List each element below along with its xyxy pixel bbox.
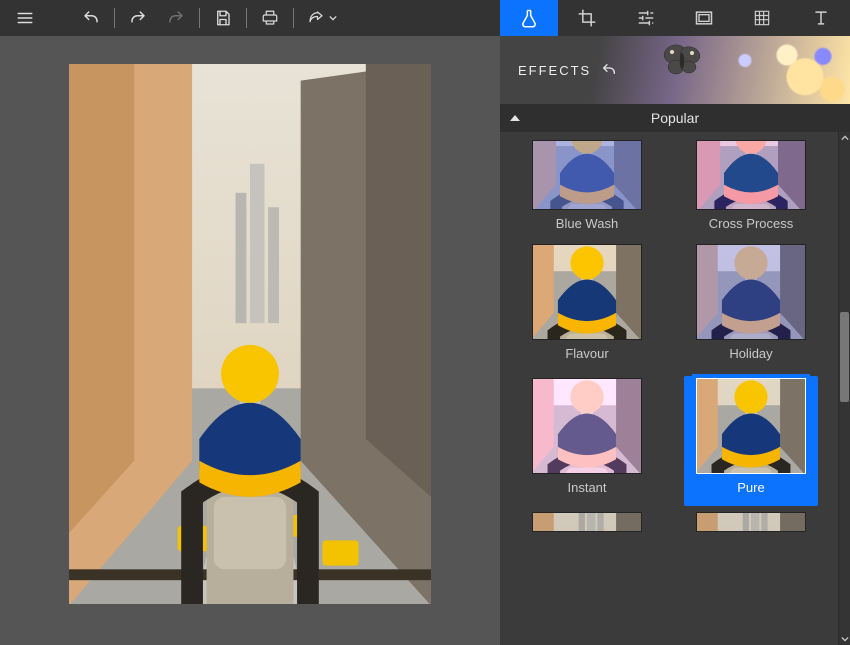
tab-adjust[interactable]: [617, 0, 675, 36]
menu-button[interactable]: [6, 0, 44, 36]
effect-thumb: [696, 512, 806, 532]
effect-thumb: [696, 244, 806, 340]
redo-button[interactable]: [119, 0, 157, 36]
share-button[interactable]: [298, 0, 346, 36]
effect-thumb: [696, 140, 806, 210]
undo-icon: [82, 9, 100, 27]
butterfly-icon: [662, 44, 702, 78]
effect-thumb: [532, 140, 642, 210]
flask-icon: [519, 8, 539, 28]
effect-tile-pure[interactable]: Pure: [684, 376, 818, 506]
effect-thumb: [696, 378, 806, 474]
effects-reset-button[interactable]: [601, 62, 617, 78]
share-icon: [307, 9, 325, 27]
effect-tile-cross-process[interactable]: Cross Process: [684, 138, 818, 238]
effect-label: Blue Wash: [556, 216, 618, 231]
main-toolbar: [0, 0, 500, 36]
chevron-down-icon: [841, 636, 849, 642]
tab-frame[interactable]: [675, 0, 733, 36]
save-icon: [214, 9, 232, 27]
effects-panel: EFFECTS Popular Blue Wash: [500, 0, 850, 645]
redo-icon: [129, 9, 147, 27]
text-icon: [811, 8, 831, 28]
toolbar-separator: [246, 8, 247, 28]
tab-text[interactable]: [792, 0, 850, 36]
effect-thumb: [532, 378, 642, 474]
scroll-thumb[interactable]: [840, 312, 849, 402]
undo-button[interactable]: [72, 0, 110, 36]
sliders-icon: [636, 8, 656, 28]
effect-tile-flavour[interactable]: Flavour: [520, 242, 654, 372]
effect-thumb: [532, 244, 642, 340]
toolbar-separator: [199, 8, 200, 28]
photo-content: [69, 64, 431, 604]
tab-crop[interactable]: [558, 0, 616, 36]
effect-label: Cross Process: [709, 216, 794, 231]
tab-effects[interactable]: [500, 0, 558, 36]
effect-tile-holiday[interactable]: Holiday: [684, 242, 818, 372]
print-icon: [261, 9, 279, 27]
effects-category-bar[interactable]: Popular: [500, 104, 850, 132]
menu-icon: [16, 9, 34, 27]
main-photo[interactable]: [69, 64, 431, 604]
effect-tile-more[interactable]: [684, 510, 818, 640]
effects-header: EFFECTS: [500, 36, 850, 104]
redo2-icon: [167, 9, 185, 27]
effects-title: EFFECTS: [518, 63, 591, 78]
tool-tabs: [500, 0, 850, 36]
effect-label: Instant: [567, 480, 606, 495]
save-button[interactable]: [204, 0, 242, 36]
toolbar-separator: [114, 8, 115, 28]
print-button[interactable]: [251, 0, 289, 36]
canvas-area[interactable]: [0, 36, 500, 645]
effect-label: Pure: [737, 480, 764, 495]
effect-label: Holiday: [729, 346, 772, 361]
collapse-icon[interactable]: [510, 115, 520, 121]
effect-tile-more[interactable]: [520, 510, 654, 640]
scroll-up-button[interactable]: [839, 132, 850, 144]
undo-icon: [601, 62, 617, 78]
texture-icon: [752, 8, 772, 28]
crop-icon: [577, 8, 597, 28]
scrollbar[interactable]: [838, 132, 850, 645]
redo-step-button: [157, 0, 195, 36]
toolbar-separator: [293, 8, 294, 28]
effects-list: Blue Wash Cross Process Flavour: [500, 132, 850, 645]
chevron-up-icon: [841, 135, 849, 141]
effect-label: Flavour: [565, 346, 608, 361]
tab-texture[interactable]: [733, 0, 791, 36]
chevron-down-icon: [329, 15, 337, 21]
effect-thumb: [532, 512, 642, 532]
effect-tile-instant[interactable]: Instant: [520, 376, 654, 506]
scroll-down-button[interactable]: [839, 633, 850, 645]
category-title: Popular: [651, 110, 699, 126]
editor-pane: [0, 0, 500, 645]
frame-icon: [694, 8, 714, 28]
effect-tile-blue-wash[interactable]: Blue Wash: [520, 138, 654, 238]
header-decoration: [700, 36, 850, 104]
